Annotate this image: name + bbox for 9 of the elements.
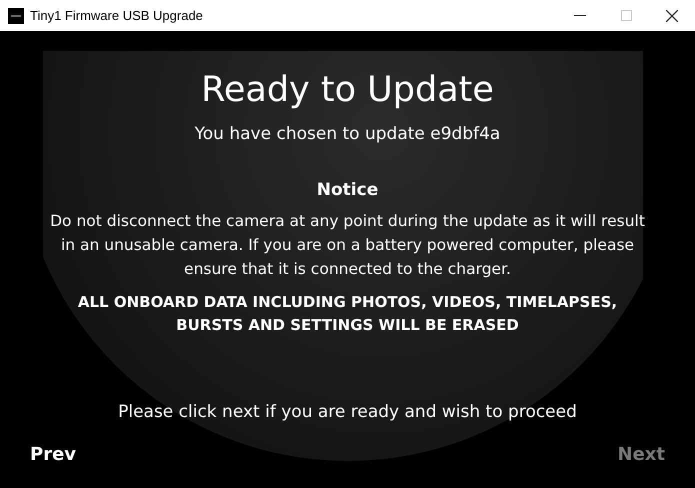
notice-text: Do not disconnect the camera at any point during the update as it will result in an unusable camera. If you are on a battery powered computer, please ensure that it is connected to the charger. xyxy=(49,211,646,280)
window-title: Tiny1 Firmware USB Upgrade xyxy=(30,6,203,25)
notice-title: Notice xyxy=(316,178,378,202)
warning-text: ALL ONBOARD DATA INCLUDING PHOTOS, VIDEOS, TIMELAPSES, BURSTS AND SETTINGS WILL BE ERASED xyxy=(76,292,618,336)
nav-button[interactable]: Prev xyxy=(30,441,76,468)
app-logo-icon xyxy=(8,8,24,24)
page-heading: Ready to Update xyxy=(201,69,494,111)
prompt-text: Please click next if you are ready and wish to proceed xyxy=(118,400,577,424)
subtitle-text: You have chosen to update e9dbf4a xyxy=(194,123,500,146)
